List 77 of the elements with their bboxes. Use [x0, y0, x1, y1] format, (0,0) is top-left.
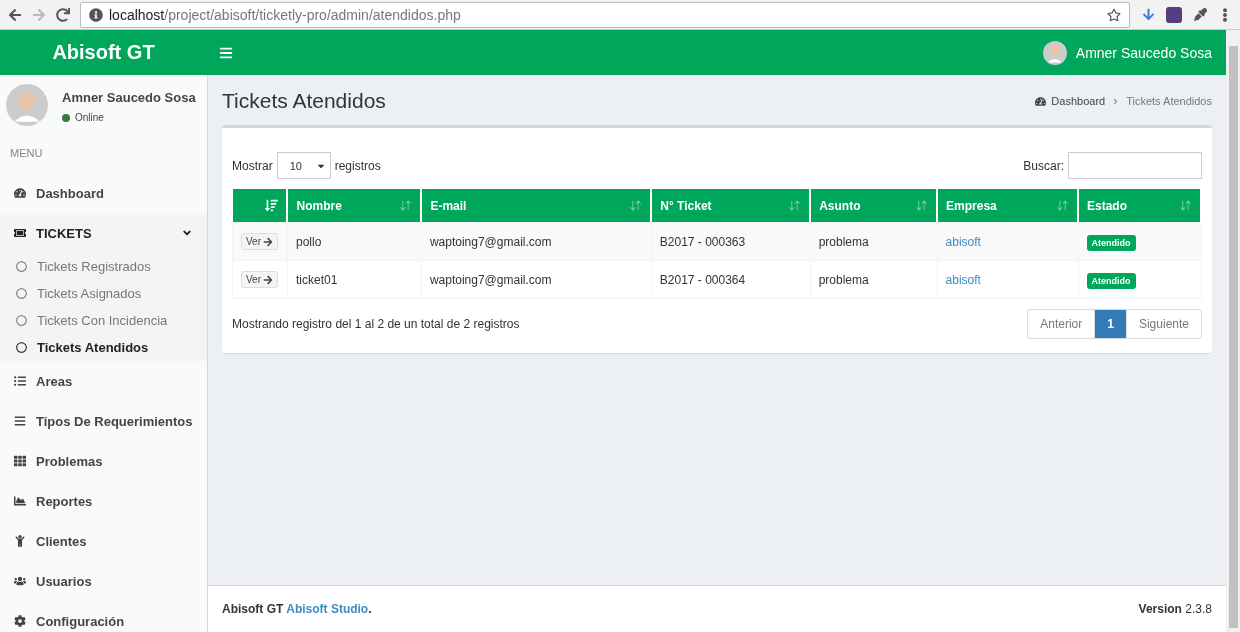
status-badge: Atendido [1086, 272, 1136, 289]
list-icon [14, 375, 26, 387]
table-cell: waptoing7@gmail.com [421, 222, 652, 261]
table-cell: B2017 - 000363 [651, 222, 811, 261]
sidebar-item[interactable]: Areas [0, 361, 207, 401]
ticket-icon [14, 227, 26, 239]
address-bar[interactable]: localhost/project/abisoft/ticketly-pro/admin/atendidos.php [80, 1, 1130, 28]
column-header[interactable]: Empresa [937, 189, 1078, 223]
table-cell: pollo [287, 222, 422, 261]
search-label: Buscar: [1023, 158, 1064, 173]
search-field[interactable] [1068, 152, 1202, 179]
page-title: Tickets Atendidos [222, 89, 386, 113]
pagination-button[interactable]: Anterior [1027, 309, 1096, 339]
user-avatar [6, 84, 48, 126]
column-header[interactable]: N° Ticket [651, 189, 811, 223]
users-icon [14, 575, 26, 587]
area-chart-icon [14, 495, 26, 507]
menu-heading: MENU [9, 146, 44, 161]
table-cell: waptoing7@gmail.com [421, 260, 652, 299]
user-name: Amner Saucedo Sosa [62, 90, 196, 105]
table-info: Mostrando registro del 1 al 2 de un total de 2 registros [232, 317, 520, 331]
column-header[interactable]: E-mail [421, 189, 652, 223]
status-badge: Atendido [1086, 234, 1136, 251]
download-icon[interactable] [1140, 6, 1156, 23]
user-name[interactable]: Amner Saucedo Sosa [1075, 44, 1212, 61]
column-header[interactable]: Nombre [287, 189, 422, 223]
table-cell: B2017 - 000364 [651, 260, 811, 299]
brand-title[interactable]: Abisoft GT [0, 41, 207, 64]
reload-icon[interactable] [56, 7, 70, 22]
pagination-button[interactable]: Siguiente [1125, 309, 1202, 339]
settings-icon [14, 615, 26, 627]
url-text: localhost/project/abisoft/ticketly-pro/admin/atendidos.php [109, 6, 461, 23]
pagination-button[interactable]: 1 [1094, 309, 1127, 339]
dashboard-icon [1035, 95, 1047, 107]
length-select[interactable]: 10 [276, 152, 331, 179]
column-header[interactable]: Asunto [810, 189, 938, 223]
menu-icon[interactable] [219, 45, 233, 60]
column-header[interactable]: Estado [1078, 189, 1201, 223]
back-icon[interactable] [8, 7, 22, 22]
info-icon [89, 7, 103, 22]
length-label: registros [334, 158, 381, 173]
sidebar-item[interactable]: Configuración [0, 601, 207, 632]
sidebar-item[interactable]: Reportes [0, 481, 207, 521]
arrow-right-icon [263, 274, 273, 285]
length-label: Mostrar [232, 158, 273, 173]
user-avatar[interactable] [1042, 40, 1067, 65]
table-cell: problema [810, 222, 938, 261]
scrollbar[interactable] [1226, 30, 1240, 632]
table-cell: problema [810, 260, 938, 299]
eyedropper-icon[interactable] [1192, 6, 1208, 23]
sidebar-item[interactable]: Usuarios [0, 561, 207, 601]
submenu-item[interactable]: Tickets Asignados [0, 280, 207, 307]
sidebar-item[interactable]: Problemas [0, 441, 207, 481]
status-text: Online [75, 112, 104, 123]
column-header[interactable] [232, 189, 288, 223]
view-button[interactable]: Ver [241, 233, 278, 250]
sidebar-item[interactable]: Clientes [0, 521, 207, 561]
company-link[interactable]: abisoft [945, 234, 981, 249]
view-button[interactable]: Ver [241, 271, 278, 288]
arrow-right-icon [263, 236, 273, 247]
child-icon [14, 535, 26, 547]
table-cell: ticket01 [287, 260, 422, 299]
breadcrumb-current: Tickets Atendidos [1126, 95, 1212, 107]
footer-credit: Abisoft GT Abisoft Studio. [222, 602, 372, 616]
extension-icon[interactable] [1166, 6, 1182, 23]
version-text: Version 2.3.8 [1138, 602, 1212, 616]
grid-icon [14, 455, 26, 467]
submenu-item[interactable]: Tickets Con Incidencia [0, 307, 207, 334]
star-icon[interactable] [1107, 7, 1121, 22]
submenu-item[interactable]: Tickets Registrados [0, 253, 207, 280]
menu-icon [14, 415, 26, 427]
sidebar-item[interactable]: Dashboard [0, 173, 207, 213]
breadcrumb-link[interactable]: Dashboard [1035, 95, 1106, 107]
dashboard-icon [14, 187, 26, 199]
submenu-item[interactable]: Tickets Atendidos [0, 334, 207, 361]
sidebar-item[interactable]: Tipos De Requerimientos [0, 401, 207, 441]
company-link[interactable]: abisoft [945, 272, 981, 287]
